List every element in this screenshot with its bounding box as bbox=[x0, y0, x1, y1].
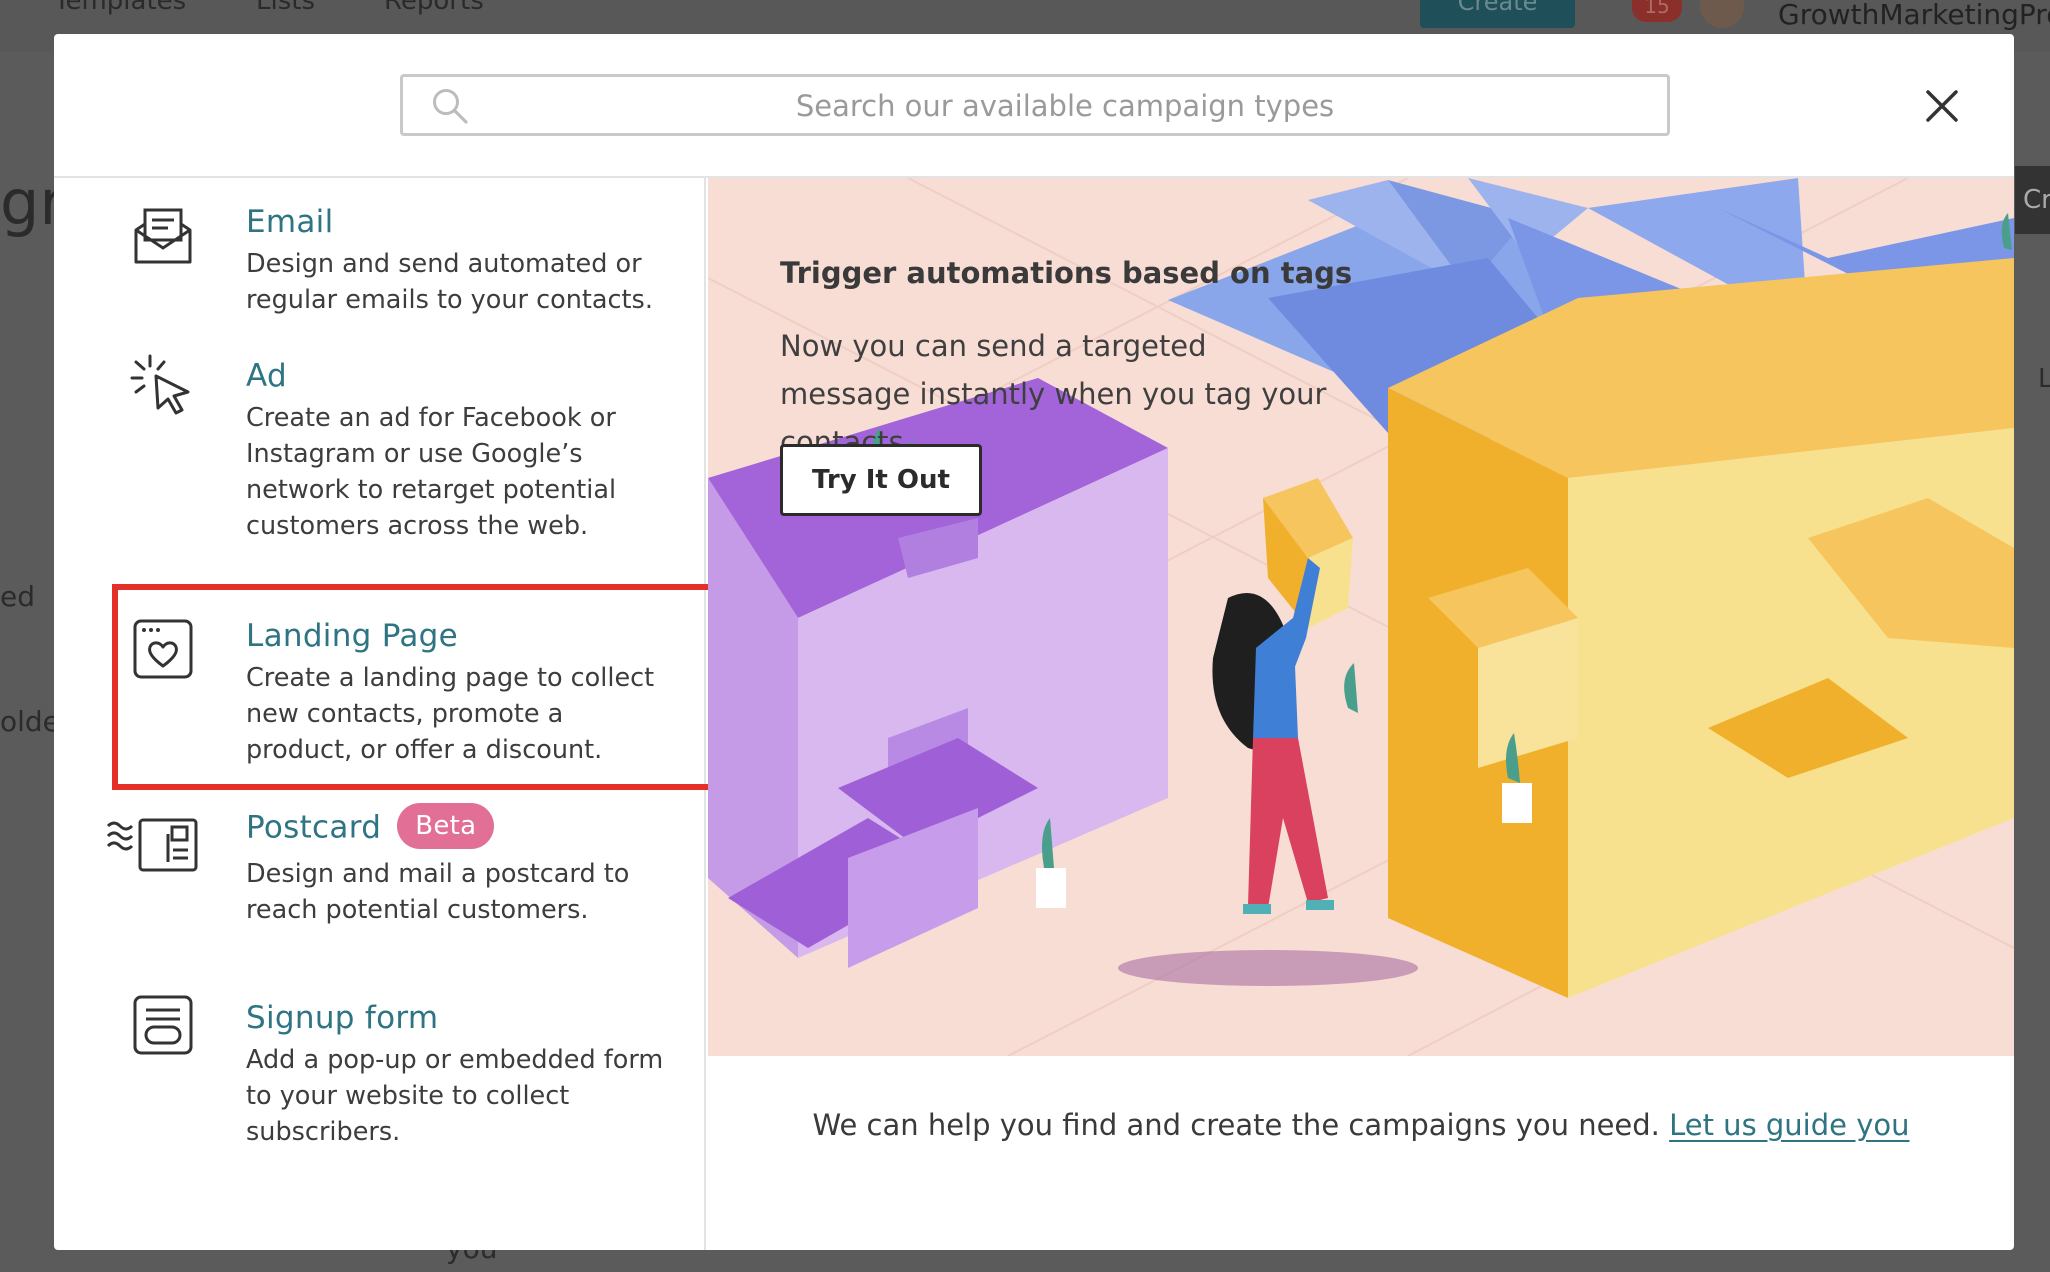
postcard-title: Postcard bbox=[246, 809, 382, 846]
search-input[interactable] bbox=[483, 77, 1647, 135]
promo-title: Trigger automations based on tags bbox=[780, 256, 1353, 290]
campaign-type-postcard[interactable]: Postcard Beta Design and mail a postcard … bbox=[54, 792, 706, 962]
campaign-type-signup-form[interactable]: Signup form Add a pop-up or embedded for… bbox=[54, 974, 706, 1174]
try-it-out-button[interactable]: Try It Out bbox=[780, 444, 982, 516]
envelope-icon bbox=[134, 208, 192, 264]
campaign-type-landing-page[interactable]: Landing Page Create a landing page to co… bbox=[54, 590, 706, 780]
nav-reports: Reports bbox=[384, 0, 484, 16]
campaign-type-description: Create a landing page to collect new con… bbox=[246, 663, 655, 765]
campaign-type-description: Design and mail a postcard to reach pote… bbox=[246, 859, 630, 925]
username: GrowthMarketingPro.c bbox=[1778, 0, 2050, 31]
landing-page-icon bbox=[133, 619, 193, 679]
guide-footer-text: We can help you find and create the camp… bbox=[812, 1108, 1660, 1142]
avatar bbox=[1700, 0, 1744, 28]
search-icon bbox=[433, 89, 468, 124]
cursor-click-icon bbox=[130, 354, 190, 415]
campaign-type-list: Email Design and send automated or regul… bbox=[54, 178, 706, 1250]
isometric-illustration bbox=[708, 178, 2014, 1056]
campaign-type-ad[interactable]: Ad Create an ad for Facebook or Instagra… bbox=[54, 338, 706, 578]
campaign-type-title: Postcard Beta bbox=[246, 803, 495, 852]
beta-badge: Beta bbox=[397, 803, 495, 849]
background-button-fragment: Cr bbox=[2015, 166, 2050, 234]
notification-badge: 15 bbox=[1632, 0, 1682, 22]
campaign-type-description: Design and send automated or regular ema… bbox=[246, 249, 653, 315]
modal-header bbox=[54, 34, 2014, 178]
guide-footer: We can help you find and create the camp… bbox=[708, 1108, 2014, 1142]
campaign-type-description: Add a pop-up or embedded form to your we… bbox=[246, 1045, 664, 1147]
background-create-button: Create bbox=[1420, 0, 1575, 28]
close-icon[interactable] bbox=[1922, 86, 1962, 126]
guide-link[interactable]: Let us guide you bbox=[1669, 1108, 1909, 1142]
search-box bbox=[400, 74, 1670, 136]
campaign-type-title: Email bbox=[246, 204, 334, 240]
campaign-type-description: Create an ad for Facebook or Instagram o… bbox=[246, 403, 617, 541]
nav-templates: Templates bbox=[54, 0, 187, 16]
campaign-type-title: Landing Page bbox=[246, 618, 459, 654]
promo-banner: Trigger automations based on tags Now yo… bbox=[708, 178, 2014, 1056]
campaign-type-title: Signup form bbox=[246, 1000, 439, 1036]
yellow-blocks bbox=[1388, 258, 2014, 998]
signup-form-icon bbox=[133, 995, 193, 1055]
campaign-type-title: Ad bbox=[246, 358, 287, 394]
plant-pot bbox=[1036, 868, 1066, 908]
postcard-icon bbox=[106, 818, 198, 872]
background-text-fragment: ed bbox=[0, 580, 35, 613]
background-text-fragment: L bbox=[2038, 364, 2050, 394]
nav-lists: Lists bbox=[256, 0, 315, 16]
campaign-type-modal: Email Design and send automated or regul… bbox=[54, 34, 2014, 1250]
plant-pot bbox=[1502, 783, 1532, 823]
campaign-type-email[interactable]: Email Design and send automated or regul… bbox=[54, 178, 706, 328]
